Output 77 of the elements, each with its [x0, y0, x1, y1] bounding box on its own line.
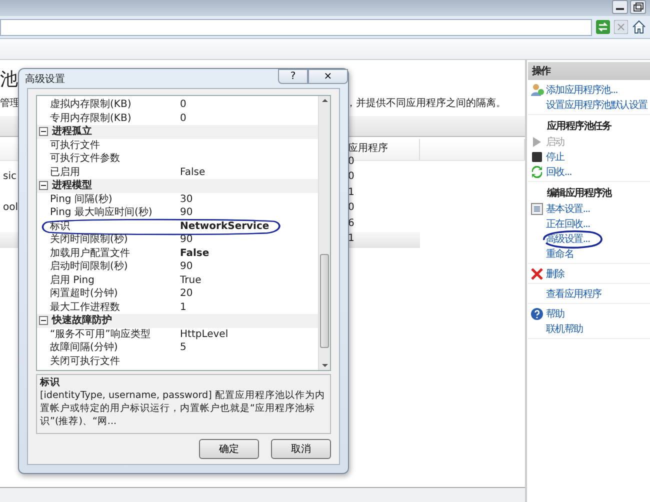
action-link[interactable]: 添加应用程序池... — [546, 82, 618, 96]
category-label: 进程孤立 — [52, 125, 92, 138]
description-text: [identityType, username, password] 配置应用程序池以作为内置帐户或特定的用户标识运行，内置帐户也就是“应用程序池标识”(推荐)、“网... — [40, 389, 326, 428]
property-value[interactable]: 1 — [180, 300, 186, 314]
play-icon — [533, 136, 541, 146]
action-link[interactable]: 帮助 — [546, 306, 564, 320]
property-value[interactable]: 90 — [180, 260, 193, 274]
dialog-title: 高级设置 — [25, 72, 65, 86]
property-name[interactable]: 虚拟内存限制(KB) — [37, 98, 180, 112]
property-name[interactable]: 可执行文件参数 — [37, 152, 180, 166]
actions-heading: 应用程序池任务 — [546, 119, 613, 134]
property-name[interactable]: 专用内存限制(KB) — [37, 112, 180, 125]
actions-heading: 编辑应用程序池 — [546, 186, 613, 201]
settings-icon — [531, 202, 543, 214]
help-button[interactable]: ? — [278, 69, 308, 84]
property-value[interactable]: HttpLevel — [180, 328, 228, 341]
minimize-icon[interactable] — [612, 0, 628, 14]
action-link[interactable]: 停止 — [546, 150, 564, 164]
property-value[interactable]: False — [180, 246, 210, 260]
action-link[interactable]: 查看应用程序 — [546, 286, 602, 300]
property-value[interactable]: False — [180, 166, 206, 179]
action-link[interactable]: 回收... — [546, 164, 572, 178]
help-icon — [531, 308, 543, 320]
property-value[interactable]: 90 — [180, 233, 193, 246]
category-label: 进程模型 — [52, 179, 92, 192]
property-name[interactable]: 启动时间限制(秒) — [37, 260, 180, 274]
action-link[interactable]: 正在回收... — [546, 216, 590, 230]
property-name[interactable]: “服务不可用”响应类型 — [37, 328, 180, 341]
action-link[interactable]: 基本设置... — [546, 202, 590, 216]
cancel-button[interactable]: 取消 — [271, 439, 331, 459]
collapse-icon[interactable] — [39, 127, 48, 136]
property-name[interactable]: 加载用户配置文件 — [37, 246, 180, 260]
property-value[interactable]: 90 — [180, 206, 193, 220]
property-name[interactable]: 可执行文件 — [37, 138, 180, 152]
collapse-icon[interactable] — [39, 316, 48, 326]
category-label: 快速故障防护 — [52, 314, 112, 328]
property-value[interactable]: 0 — [180, 98, 186, 112]
action-link[interactable]: 联机帮助 — [546, 322, 583, 336]
table-cell-text: 1 — [347, 186, 356, 200]
property-name[interactable]: Ping 最大响应时间(秒) — [37, 206, 180, 220]
description-text: ，并提供不同应用程序之间的隔离。 — [346, 96, 506, 110]
home-icon[interactable] — [632, 20, 646, 34]
property-value[interactable]: 20 — [180, 287, 193, 300]
users-icon — [530, 83, 544, 96]
scrollbar-thumb[interactable] — [320, 254, 329, 348]
address-field[interactable] — [0, 18, 592, 36]
property-name[interactable]: 关闭时间限制(秒) — [37, 233, 180, 246]
property-value[interactable]: 0 — [180, 112, 186, 125]
scrollbar[interactable] — [318, 96, 330, 370]
property-value[interactable]: 5 — [180, 341, 186, 354]
stop-icon — [532, 152, 542, 162]
action-link[interactable]: 重命名 — [546, 246, 574, 260]
collapse-icon[interactable] — [39, 181, 48, 190]
actions-header: 操作 — [528, 62, 650, 80]
ok-button[interactable]: 确定 — [199, 439, 259, 459]
description-title: 标识 — [40, 376, 61, 389]
property-value[interactable]: NetworkService — [180, 220, 270, 233]
close-button[interactable]: × — [308, 69, 348, 84]
page-title: 池 — [0, 68, 18, 92]
restore-icon[interactable] — [630, 0, 646, 14]
refresh-icon — [531, 166, 543, 178]
scroll-down-icon[interactable] — [320, 362, 330, 370]
action-link[interactable]: 设置应用程序池默认设置 — [546, 98, 648, 112]
property-name[interactable]: 已启用 — [37, 166, 180, 179]
property-name[interactable]: 关闭可执行文件 — [37, 354, 180, 368]
refresh-icon[interactable] — [596, 20, 610, 34]
property-name[interactable]: 闲置超时(分钟) — [37, 287, 180, 300]
action-link[interactable]: 删除 — [546, 266, 564, 280]
delete-icon — [531, 268, 543, 280]
property-name[interactable]: 最大工作进程数 — [37, 300, 180, 314]
property-name[interactable]: Ping 间隔(秒) — [37, 192, 180, 206]
property-name[interactable]: 启用 Ping — [37, 274, 180, 287]
property-name[interactable]: 故障间隔(分钟) — [37, 341, 180, 354]
property-value[interactable]: 30 — [180, 192, 193, 206]
property-value[interactable]: True — [180, 274, 202, 287]
table-cell-text: 6 — [347, 216, 356, 230]
scroll-up-icon[interactable] — [320, 96, 330, 104]
